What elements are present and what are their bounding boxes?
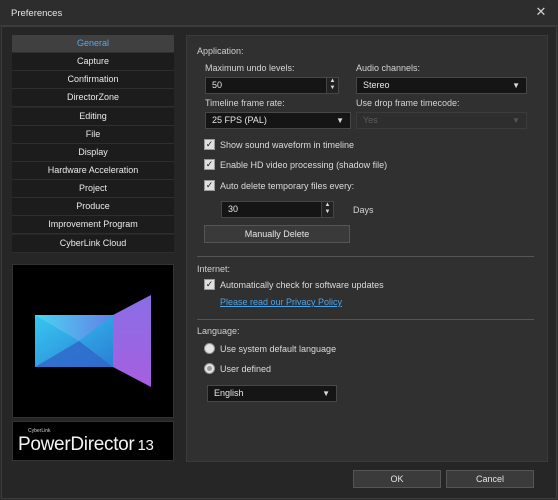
dropdown-arrow-icon: ▼ bbox=[512, 116, 520, 125]
dropdown-arrow-icon: ▼ bbox=[336, 116, 344, 125]
waveform-label: Show sound waveform in timeline bbox=[220, 140, 355, 150]
sidebar-item-capture[interactable]: Capture bbox=[12, 53, 174, 72]
frame-rate-value: 25 FPS (PAL) bbox=[212, 115, 267, 125]
sidebar-item-general[interactable]: General bbox=[12, 35, 174, 53]
auto-delete-days-value: 30 bbox=[228, 204, 239, 214]
sidebar-nav: General Capture Confirmation DirectorZon… bbox=[12, 35, 174, 253]
user-defined-radio[interactable] bbox=[204, 363, 215, 374]
section-divider bbox=[197, 319, 534, 320]
sidebar-item-project[interactable]: Project bbox=[12, 180, 174, 199]
dropdown-arrow-icon: ▼ bbox=[322, 389, 330, 398]
audio-channels-label: Audio channels: bbox=[356, 63, 421, 73]
close-icon[interactable]: ✕ bbox=[534, 5, 548, 19]
hd-processing-checkbox[interactable]: ✓ bbox=[204, 159, 215, 170]
sidebar-item-directorzone[interactable]: DirectorZone bbox=[12, 89, 174, 108]
undo-levels-stepper[interactable]: 50 ▲ ▼ bbox=[205, 77, 339, 94]
settings-panel: Application: Maximum undo levels: 50 ▲ ▼… bbox=[186, 35, 548, 462]
waveform-checkbox[interactable]: ✓ bbox=[204, 139, 215, 150]
product-version: 13 bbox=[137, 437, 154, 454]
days-unit-label: Days bbox=[353, 205, 374, 215]
sidebar-item-file[interactable]: File bbox=[12, 125, 174, 144]
sidebar-item-confirmation[interactable]: Confirmation bbox=[12, 71, 174, 90]
user-defined-label: User defined bbox=[220, 364, 272, 374]
product-brand-panel: CyberLink PowerDirector 13 bbox=[12, 421, 174, 461]
auto-delete-label: Auto delete temporary files every: bbox=[220, 181, 355, 191]
section-divider bbox=[197, 256, 534, 257]
system-language-label: Use system default language bbox=[220, 344, 337, 354]
auto-update-label: Automatically check for software updates bbox=[220, 280, 384, 290]
internet-section-label: Internet: bbox=[197, 264, 231, 274]
auto-delete-days-stepper[interactable]: 30 ▲ ▼ bbox=[221, 201, 334, 218]
manually-delete-button[interactable]: Manually Delete bbox=[204, 225, 350, 243]
product-name: PowerDirector 13 bbox=[18, 434, 154, 456]
chevron-up-icon[interactable]: ▲ bbox=[322, 202, 333, 209]
privacy-policy-link[interactable]: Please read our Privacy Policy bbox=[220, 297, 342, 307]
sidebar-item-improvement-program[interactable]: Improvement Program bbox=[12, 216, 174, 235]
audio-channels-select[interactable]: Stereo ▼ bbox=[356, 77, 527, 94]
sidebar-item-cyberlink-cloud[interactable]: CyberLink Cloud bbox=[12, 234, 174, 253]
auto-update-checkbox[interactable]: ✓ bbox=[204, 279, 215, 290]
audio-channels-value: Stereo bbox=[363, 80, 390, 90]
dropdown-arrow-icon: ▼ bbox=[512, 81, 520, 90]
frame-rate-label: Timeline frame rate: bbox=[205, 98, 285, 108]
window-title: Preferences bbox=[11, 8, 63, 19]
language-value: English bbox=[214, 388, 244, 398]
sidebar-item-produce[interactable]: Produce bbox=[12, 198, 174, 217]
cancel-button[interactable]: Cancel bbox=[446, 470, 534, 488]
auto-delete-checkbox[interactable]: ✓ bbox=[204, 180, 215, 191]
product-title: PowerDirector bbox=[18, 434, 135, 455]
drop-frame-select: Yes ▼ bbox=[356, 112, 527, 129]
days-stepper-buttons: ▲ ▼ bbox=[321, 202, 333, 217]
ok-button[interactable]: OK bbox=[353, 470, 441, 488]
system-language-radio[interactable] bbox=[204, 343, 215, 354]
language-select[interactable]: English ▼ bbox=[207, 385, 337, 402]
hd-processing-label: Enable HD video processing (shadow file) bbox=[220, 160, 388, 170]
chevron-down-icon[interactable]: ▼ bbox=[322, 209, 333, 216]
undo-levels-label: Maximum undo levels: bbox=[205, 63, 295, 73]
drop-frame-label: Use drop frame timecode: bbox=[356, 98, 460, 108]
sidebar-item-hardware-acceleration[interactable]: Hardware Acceleration bbox=[12, 161, 174, 180]
radio-selected-dot bbox=[207, 366, 212, 371]
application-section-label: Application: bbox=[197, 46, 244, 56]
product-logo-panel bbox=[12, 264, 174, 418]
powerdirector-logo-icon bbox=[35, 295, 151, 387]
chevron-up-icon[interactable]: ▲ bbox=[327, 78, 338, 85]
sidebar-item-editing[interactable]: Editing bbox=[12, 107, 174, 126]
drop-frame-value: Yes bbox=[363, 115, 378, 125]
title-bar: Preferences ✕ bbox=[0, 0, 558, 26]
frame-rate-select[interactable]: 25 FPS (PAL) ▼ bbox=[205, 112, 351, 129]
undo-stepper-buttons: ▲ ▼ bbox=[326, 78, 338, 93]
undo-levels-value: 50 bbox=[212, 80, 223, 90]
chevron-down-icon[interactable]: ▼ bbox=[327, 85, 338, 92]
sidebar-item-display[interactable]: Display bbox=[12, 143, 174, 162]
language-section-label: Language: bbox=[197, 326, 240, 336]
